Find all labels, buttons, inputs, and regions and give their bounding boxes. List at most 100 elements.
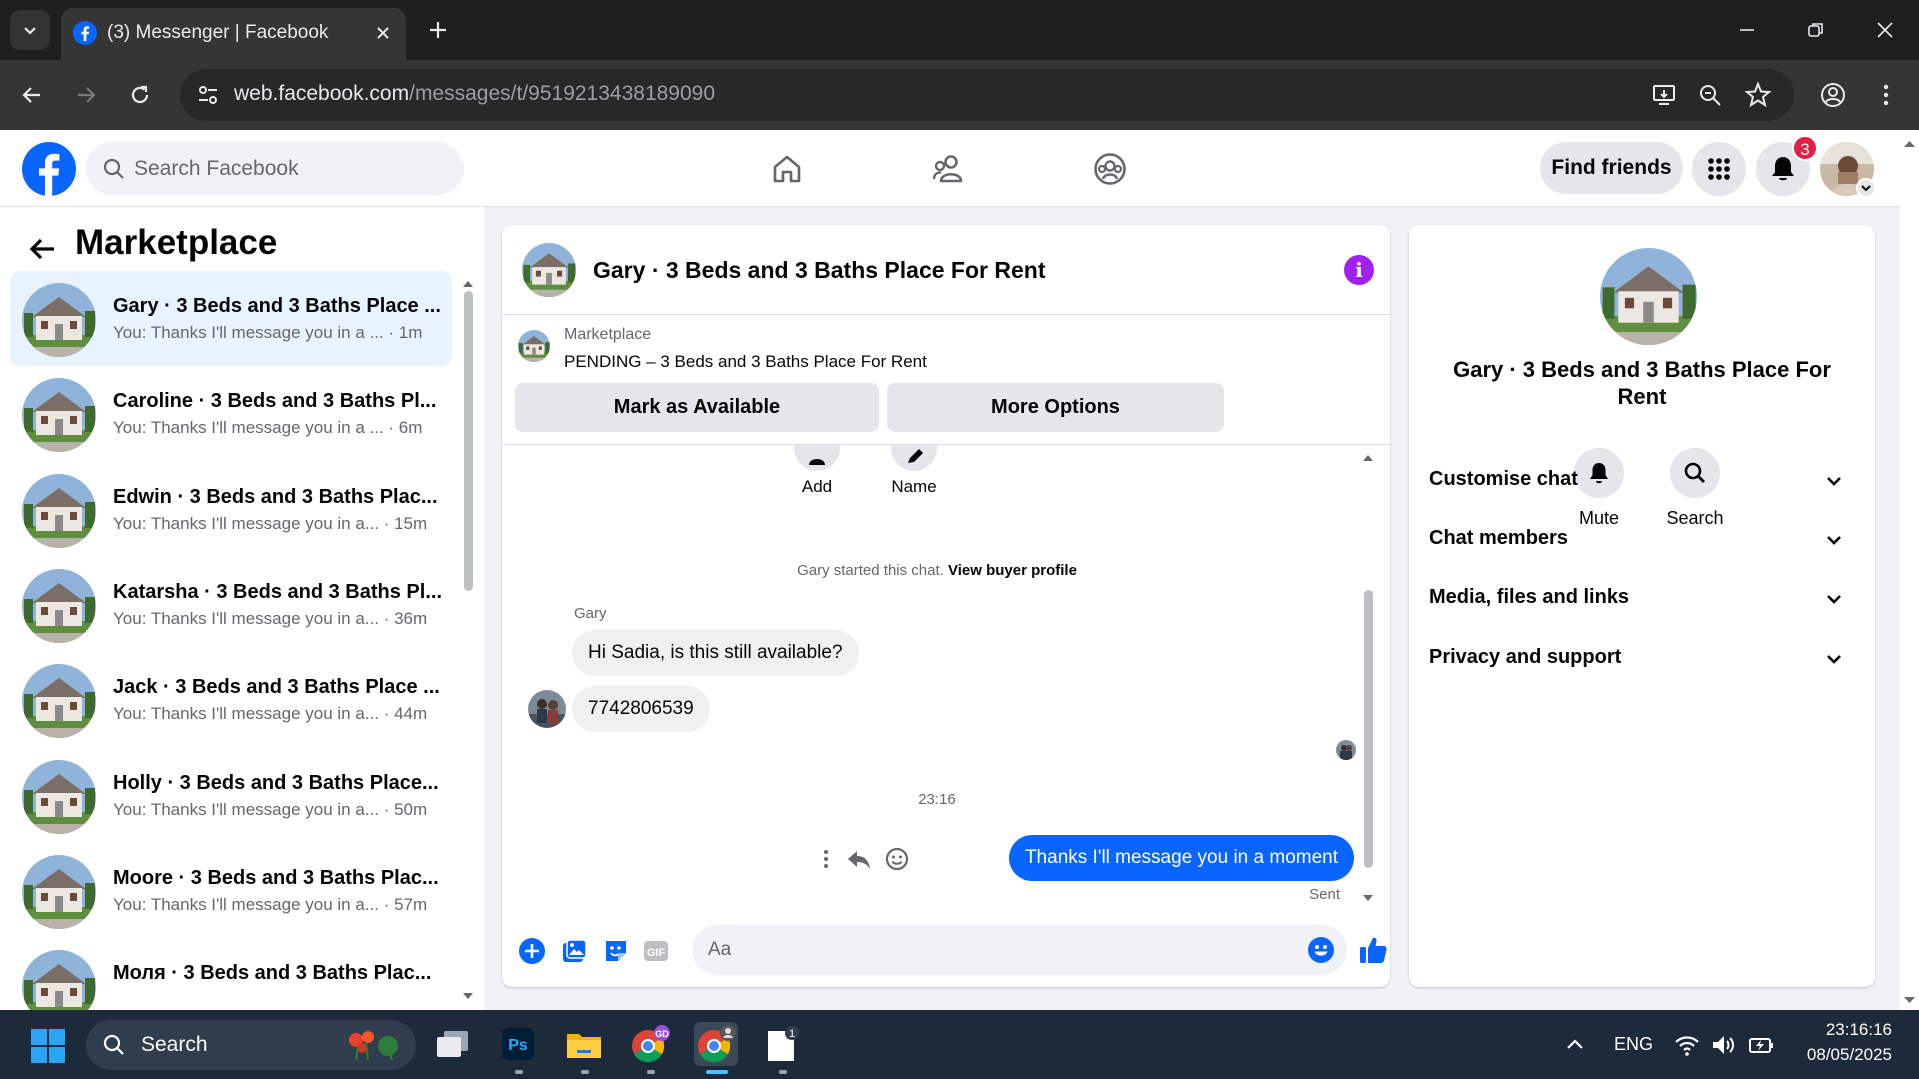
listing-thumbnail[interactable]: [518, 330, 550, 362]
chevron-up-icon[interactable]: [1564, 1034, 1586, 1056]
chat-avatar: [22, 283, 96, 357]
react-smiley-icon[interactable]: [883, 845, 911, 873]
conversation-avatar[interactable]: [522, 243, 576, 297]
profile-button[interactable]: [1815, 77, 1851, 113]
input-language[interactable]: ENG: [1614, 1034, 1653, 1055]
sticker-icon[interactable]: [602, 937, 630, 965]
message-thread-scrollbar[interactable]: [1364, 590, 1373, 868]
privacy-support-row[interactable]: Privacy and support: [1429, 636, 1855, 680]
message-input[interactable]: [708, 925, 1288, 975]
close-icon[interactable]: [372, 22, 394, 44]
menu-button[interactable]: [1692, 142, 1746, 196]
sender-avatar[interactable]: [528, 690, 566, 728]
outgoing-message[interactable]: Thanks I'll message you in a moment: [1008, 835, 1354, 881]
close-window-button[interactable]: [1869, 14, 1901, 46]
row-label: Media, files and links: [1429, 586, 1630, 608]
composer-box[interactable]: [692, 925, 1347, 975]
nav-friends[interactable]: [927, 148, 971, 190]
chat-list-scrollbar[interactable]: [464, 291, 473, 591]
site-settings-icon[interactable]: [194, 81, 222, 109]
add-people-action[interactable]: Add: [777, 445, 857, 497]
svg-text:GD: GD: [655, 1029, 669, 1039]
media-files-links-row[interactable]: Media, files and links: [1429, 576, 1855, 620]
chat-name: Moore · 3 Beds and 3 Baths Plac...: [113, 866, 439, 889]
more-options-button[interactable]: More Options: [887, 383, 1224, 432]
gif-icon[interactable]: GIF: [642, 937, 670, 965]
conversation-title[interactable]: Gary · 3 Beds and 3 Baths Place For Rent: [593, 257, 1045, 284]
chat-name: Jack · 3 Beds and 3 Baths Place ...: [113, 676, 440, 699]
taskbar-app-notepad[interactable]: 1: [760, 1022, 804, 1066]
scroll-up-arrow-icon[interactable]: [1900, 136, 1919, 152]
groups-icon: [1094, 153, 1126, 185]
account-chevron[interactable]: [1856, 178, 1876, 198]
back-button[interactable]: [14, 77, 50, 113]
back-arrow-icon[interactable]: [26, 232, 60, 266]
scroll-down-arrow-icon[interactable]: [460, 989, 476, 1003]
minimize-button[interactable]: [1731, 14, 1763, 46]
notepad-icon: 1: [768, 1026, 799, 1061]
incoming-message[interactable]: 7742806539: [572, 686, 710, 732]
tab-search-button[interactable]: [10, 10, 50, 50]
nav-groups[interactable]: [1088, 148, 1132, 190]
taskbar-app-chrome-profile[interactable]: GD: [628, 1022, 672, 1066]
scroll-up-arrow-icon[interactable]: [460, 277, 476, 291]
conversation-profile-photo[interactable]: [1600, 248, 1697, 345]
scroll-down-arrow-icon[interactable]: [1900, 992, 1919, 1008]
chevron-down-icon: [1827, 477, 1841, 486]
wifi-icon[interactable]: [1674, 1032, 1700, 1058]
minimize-icon: [1740, 29, 1754, 31]
taskbar-app-chrome-active[interactable]: [694, 1022, 738, 1066]
battery-charging-icon[interactable]: [1748, 1032, 1774, 1058]
chat-list-item[interactable]: Caroline · 3 Beds and 3 Baths Pl... You: …: [10, 366, 452, 461]
restore-button[interactable]: [1800, 14, 1832, 46]
chevron-down-icon: [1827, 536, 1841, 545]
clock-time[interactable]: 23:16:16: [1790, 1020, 1892, 1040]
customise-chat-row[interactable]: Customise chat: [1429, 458, 1855, 502]
chat-list-item[interactable]: Edwin · 3 Beds and 3 Baths Plac... You: T…: [10, 462, 452, 557]
mark-as-available-button[interactable]: Mark as Available: [515, 383, 879, 432]
reload-button[interactable]: [122, 77, 158, 113]
facebook-search-box[interactable]: [86, 142, 464, 195]
windows-start-icon[interactable]: [30, 1028, 66, 1064]
browser-tab-messenger[interactable]: (3) Messenger | Facebook: [61, 8, 406, 60]
chat-members-row[interactable]: Chat members: [1429, 517, 1855, 561]
bookmark-star-icon[interactable]: [1744, 81, 1772, 109]
chat-list-item[interactable]: Holly · 3 Beds and 3 Baths Place... You: …: [10, 748, 452, 843]
scroll-down-arrow-icon[interactable]: [1360, 891, 1376, 905]
chat-time: · 44m: [378, 704, 428, 724]
volume-icon[interactable]: [1710, 1032, 1736, 1058]
emoji-icon[interactable]: [1307, 936, 1335, 964]
view-buyer-profile-link[interactable]: View buyer profile: [948, 562, 1077, 579]
reply-icon[interactable]: [845, 845, 873, 873]
chat-time: · 1m: [383, 323, 423, 342]
chat-list-item[interactable]: Jack · 3 Beds and 3 Baths Place ... You: …: [10, 652, 452, 747]
plus-circle-icon[interactable]: [518, 937, 546, 965]
photo-icon[interactable]: [560, 937, 588, 965]
new-tab-plus-icon[interactable]: [424, 16, 452, 44]
taskbar-app-photoshop[interactable]: Ps: [496, 1022, 540, 1066]
taskbar-search[interactable]: Search: [86, 1020, 416, 1070]
forward-button[interactable]: [68, 77, 104, 113]
install-app-icon[interactable]: [1650, 81, 1678, 109]
chat-list-item[interactable]: Моля · 3 Beds and 3 Baths Plac...: [10, 938, 452, 1010]
incoming-message[interactable]: Hi Sadia, is this still available?: [572, 630, 859, 676]
page-scrollbar[interactable]: [1900, 130, 1919, 1010]
thumbs-up-icon[interactable]: [1358, 935, 1388, 965]
nav-home[interactable]: [765, 148, 809, 190]
zoom-icon[interactable]: [1696, 81, 1724, 109]
taskbar-app-task-view[interactable]: [430, 1022, 474, 1066]
taskbar-app-file-explorer[interactable]: [562, 1022, 606, 1066]
browser-menu-button[interactable]: [1868, 77, 1904, 113]
more-vertical-icon[interactable]: [812, 845, 840, 873]
name-chat-action[interactable]: Name: [874, 445, 954, 497]
conversation-info-button[interactable]: i: [1344, 255, 1374, 285]
find-friends-button[interactable]: Find friends: [1540, 142, 1683, 194]
chat-list-item[interactable]: Katarsha · 3 Beds and 3 Baths Pl... You: …: [10, 557, 452, 652]
chat-list-item[interactable]: Moore · 3 Beds and 3 Baths Plac... You: T…: [10, 843, 452, 938]
chat-list-item[interactable]: Gary · 3 Beds and 3 Baths Place ... You: …: [10, 271, 452, 366]
address-bar[interactable]: web.facebook.com/messages/t/951921343818…: [180, 69, 1794, 121]
scroll-up-arrow-icon[interactable]: [1360, 451, 1376, 465]
clock-date[interactable]: 08/05/2025: [1790, 1045, 1892, 1065]
facebook-logo-icon[interactable]: [22, 142, 76, 196]
facebook-search-input[interactable]: [134, 142, 454, 195]
